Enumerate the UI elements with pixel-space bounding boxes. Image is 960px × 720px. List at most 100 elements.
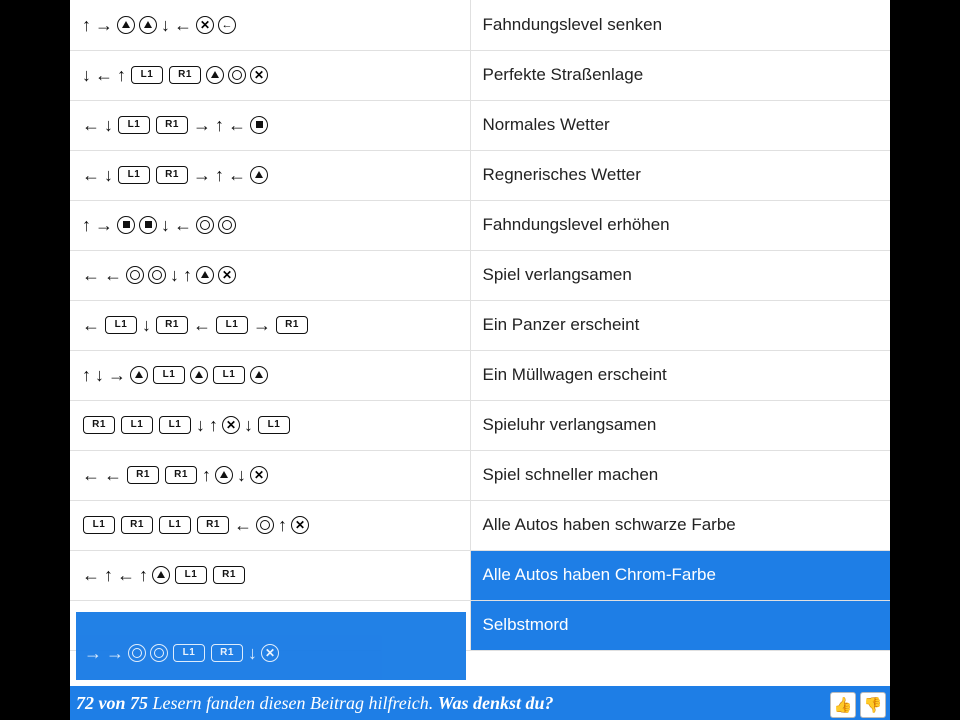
l1-button-icon: L1 (153, 366, 185, 384)
cheat-input-sequence: ←L1↓R1←L1→R1 (70, 300, 470, 350)
table-row: ←↑←↑L1R1Alle Autos haben Chrom-Farbe (70, 550, 890, 600)
cheat-label: Perfekte Straßenlage (470, 50, 890, 100)
cheat-label: Spiel verlangsamen (470, 250, 890, 300)
circle-button-icon (148, 266, 166, 284)
r1-button-icon: R1 (127, 466, 159, 484)
table-row: ←L1↓R1←L1→R1Ein Panzer erscheint (70, 300, 890, 350)
triangle-button-icon (215, 466, 233, 484)
square-button-icon (139, 216, 157, 234)
cheat-input-sequence: R1L1L1↓↑↓L1 (70, 400, 470, 450)
cross-button-icon (196, 16, 214, 34)
l1-button-icon: L1 (118, 116, 150, 134)
arrow-down-icon: ↓ (161, 16, 170, 34)
r1-button-icon: R1 (211, 644, 243, 662)
arrow-up-icon: ↑ (278, 516, 287, 534)
arrow-down-icon: ↓ (196, 416, 205, 434)
arrow-left-icon: ← (82, 116, 100, 134)
r1-button-icon: R1 (156, 316, 188, 334)
cheat-input-sequence: ←←R1R1↑↓ (70, 450, 470, 500)
cheat-label: Fahndungslevel senken (470, 0, 890, 50)
circle-button-icon (228, 66, 246, 84)
table-row: ↑↓→L1L1Ein Müllwagen erscheint (70, 350, 890, 400)
arrow-right-icon: → (106, 644, 124, 662)
cheat-label: Ein Müllwagen erscheint (470, 350, 890, 400)
l1-button-icon: L1 (173, 644, 205, 662)
table-row: L1R1L1R1←↑Alle Autos haben schwarze Farb… (70, 500, 890, 550)
triangle-button-icon (117, 16, 135, 34)
l1-button-icon: L1 (131, 66, 163, 84)
helpful-count: 72 von 75 (76, 693, 148, 714)
table-row: ←←↓↑Spiel verlangsamen (70, 250, 890, 300)
r1-button-icon: R1 (213, 566, 245, 584)
square-button-icon (117, 216, 135, 234)
arrow-left-icon: ← (228, 116, 246, 134)
table-row: ←←R1R1↑↓Spiel schneller machen (70, 450, 890, 500)
arrow-left-icon: ← (117, 566, 135, 584)
circle-button-icon (218, 216, 236, 234)
arrow-down-icon: ↓ (142, 316, 151, 334)
thumbs-up-button[interactable]: 👍 (830, 692, 856, 718)
arrow-left-icon: ← (95, 66, 113, 84)
arrow-left-icon: ← (82, 466, 100, 484)
table: ↑→↓←Fahndungslevel senken↓←↑L1R1Perfekte… (70, 0, 890, 651)
cheat-label: Normales Wetter (470, 100, 890, 150)
table-row: ←↓L1R1→↑←Regnerisches Wetter (70, 150, 890, 200)
cheat-label: Selbstmord (470, 600, 890, 650)
l1-button-icon: L1 (216, 316, 248, 334)
cheat-label: Spiel schneller machen (470, 450, 890, 500)
cheat-input-sequence: ←↑←↑L1R1 (70, 550, 470, 600)
arrow-right-icon: → (193, 116, 211, 134)
arrow-right-icon: → (108, 366, 126, 384)
arrow-right-icon: → (253, 316, 271, 334)
cross-button-icon (261, 644, 279, 662)
table-row: R1L1L1↓↑↓L1Spieluhr verlangsamen (70, 400, 890, 450)
arrow-down-icon: ↓ (104, 116, 113, 134)
arrow-down-icon: ↓ (104, 166, 113, 184)
cross-button-icon (291, 516, 309, 534)
arrow-down-icon: ↓ (170, 266, 179, 284)
arrow-left-icon: ← (234, 516, 252, 534)
circle-button-icon (150, 644, 168, 662)
vote-controls: 👍 👎 (830, 692, 886, 718)
arrow-left-icon: ← (82, 316, 100, 334)
table-row: ↑→↓←Fahndungslevel erhöhen (70, 200, 890, 250)
l1-button-icon: L1 (258, 416, 290, 434)
triangle-button-icon (250, 166, 268, 184)
r1-button-icon: R1 (165, 466, 197, 484)
helpful-banner: 72 von 75 Lesern fanden diesen Beitrag h… (70, 686, 890, 720)
triangle-button-icon (190, 366, 208, 384)
arrow-down-icon: ↓ (237, 466, 246, 484)
triangle-button-icon (250, 366, 268, 384)
cheat-label: Spieluhr verlangsamen (470, 400, 890, 450)
arrow-up-icon: ↑ (202, 466, 211, 484)
arrow-left-icon: ← (174, 216, 192, 234)
l1-button-icon: L1 (121, 416, 153, 434)
helpful-text: Lesern fanden diesen Beitrag hilfreich. (153, 693, 434, 714)
thumbs-down-icon: 👎 (864, 696, 883, 714)
cheat-input-sequence: ↑↓→L1L1 (70, 350, 470, 400)
cross-button-icon (222, 416, 240, 434)
arrow-left-icon: ← (193, 316, 211, 334)
cheat-label: Ein Panzer erscheint (470, 300, 890, 350)
arrow-right-icon: → (84, 644, 102, 662)
triangle-button-icon (206, 66, 224, 84)
r1-button-icon: R1 (169, 66, 201, 84)
cross-button-icon (250, 66, 268, 84)
arrow-down-icon: ↓ (161, 216, 170, 234)
table-row: ↑→↓←Fahndungslevel senken (70, 0, 890, 50)
arrow-down-icon: ↓ (82, 66, 91, 84)
arrow-down-icon: ↓ (95, 366, 104, 384)
cheat-label: Regnerisches Wetter (470, 150, 890, 200)
arrow-up-icon: ↑ (82, 216, 91, 234)
r1-button-icon: R1 (276, 316, 308, 334)
r1-button-icon: R1 (197, 516, 229, 534)
arrow-up-icon: ↑ (183, 266, 192, 284)
thumbs-down-button[interactable]: 👎 (860, 692, 886, 718)
triangle-button-icon (152, 566, 170, 584)
cheat-input-sequence: ←←↓↑ (70, 250, 470, 300)
cheat-label: Fahndungslevel erhöhen (470, 200, 890, 250)
circle-button-icon (128, 644, 146, 662)
cheat-input-sequence: L1R1L1R1←↑ (70, 500, 470, 550)
arrow-up-icon: ↑ (82, 16, 91, 34)
arrow-left-icon: ← (104, 266, 122, 284)
